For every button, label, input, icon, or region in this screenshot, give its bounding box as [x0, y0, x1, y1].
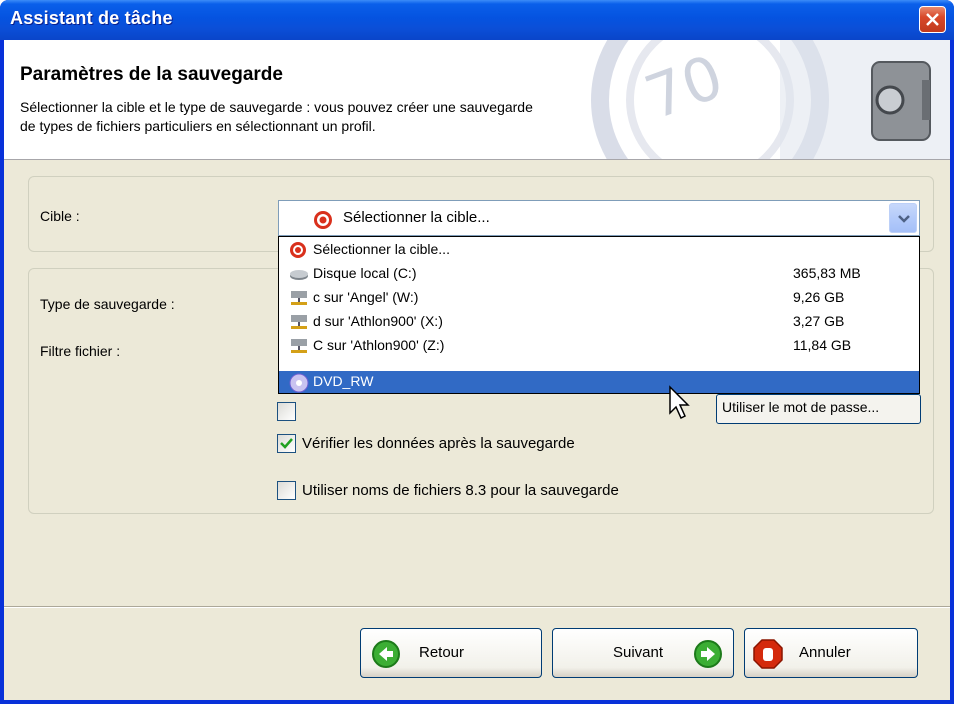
page-title: Paramètres de la sauvegarde: [20, 64, 283, 85]
target-dropdown-list: Sélectionner la cible... Disque local (C…: [278, 236, 920, 394]
dvd-drive-icon: [289, 373, 309, 393]
checkmark-icon: [280, 438, 293, 449]
title-bar[interactable]: Assistant de tâche: [0, 0, 954, 40]
back-button[interactable]: Retour: [360, 628, 542, 678]
target-icon: [314, 211, 332, 229]
hard-drive-icon: [290, 270, 308, 280]
window-title: Assistant de tâche: [10, 8, 173, 28]
network-drive-icon: [291, 315, 307, 329]
close-button[interactable]: [919, 6, 946, 33]
dropdown-item-size: 3,27 GB: [793, 313, 845, 329]
chevron-down-icon: [898, 215, 910, 223]
network-drive-icon: [291, 339, 307, 353]
dropdown-item-size: 9,26 GB: [793, 289, 845, 305]
verify-checkbox[interactable]: [277, 434, 296, 453]
dropdown-item-athlon900-x[interactable]: d sur 'Athlon900' (X:) 3,27 GB: [279, 311, 919, 333]
target-combobox-value: Sélectionner la cible...: [343, 209, 490, 226]
mouse-cursor-icon: [669, 385, 690, 420]
dropdown-item-label: DVD_RW: [313, 373, 374, 389]
combobox-dropdown-button[interactable]: [889, 203, 917, 233]
dropdown-item-label: C sur 'Athlon900' (Z:): [313, 337, 445, 353]
dropdown-item-label: d sur 'Athlon900' (X:): [313, 313, 443, 329]
dropdown-item-size: 11,84 GB: [793, 337, 852, 353]
close-icon: [926, 13, 939, 26]
network-drive-icon: [291, 291, 307, 305]
dropdown-item-local-disk[interactable]: Disque local (C:) 365,83 MB: [279, 263, 919, 285]
stop-hand-icon: [753, 639, 783, 669]
target-label: Cible :: [40, 208, 80, 224]
dialog-client-area: 70 Paramètres de la sauvegarde Sélection…: [4, 40, 950, 700]
back-label: Retour: [419, 644, 465, 661]
password-checkbox[interactable]: [277, 402, 296, 421]
verify-label: Vérifier les données après la sauvegarde: [302, 435, 575, 452]
next-arrow-icon: [694, 640, 722, 668]
target-icon: [290, 242, 306, 258]
names83-checkbox[interactable]: [277, 481, 296, 500]
names83-label: Utiliser noms de fichiers 8.3 pour la sa…: [302, 482, 619, 499]
dropdown-item-select-target[interactable]: Sélectionner la cible...: [279, 239, 919, 261]
dropdown-item-athlon900-z[interactable]: C sur 'Athlon900' (Z:) 11,84 GB: [279, 335, 919, 357]
cancel-label: Annuler: [799, 644, 851, 661]
next-button[interactable]: Suivant: [552, 628, 734, 678]
dropdown-item-label: Sélectionner la cible...: [313, 241, 450, 257]
dropdown-item-angel-w[interactable]: c sur 'Angel' (W:) 9,26 GB: [279, 287, 919, 309]
next-label: Suivant: [613, 644, 664, 661]
footer-separator: [4, 606, 950, 608]
dropdown-item-dvd-rw[interactable]: DVD_RW: [279, 371, 919, 393]
file-filter-label: Filtre fichier :: [40, 343, 121, 359]
dropdown-item-label: Disque local (C:): [313, 265, 417, 281]
backup-type-label: Type de sauvegarde :: [40, 296, 175, 312]
back-arrow-icon: [372, 640, 400, 668]
use-password-label: Utiliser le mot de passe...: [722, 399, 880, 415]
page-description: Sélectionner la cible et le type de sauv…: [20, 99, 533, 134]
dropdown-item-label: c sur 'Angel' (W:): [313, 289, 419, 305]
wizard-header: 70 Paramètres de la sauvegarde Sélection…: [4, 40, 950, 160]
dropdown-item-size: 365,83 MB: [793, 265, 861, 281]
task-assistant-window: Assistant de tâche 70 Paramètres de la s…: [0, 0, 954, 704]
use-password-button[interactable]: Utiliser le mot de passe...: [716, 394, 921, 424]
cancel-button[interactable]: Annuler: [744, 628, 918, 678]
target-combobox[interactable]: Sélectionner la cible...: [278, 200, 920, 236]
